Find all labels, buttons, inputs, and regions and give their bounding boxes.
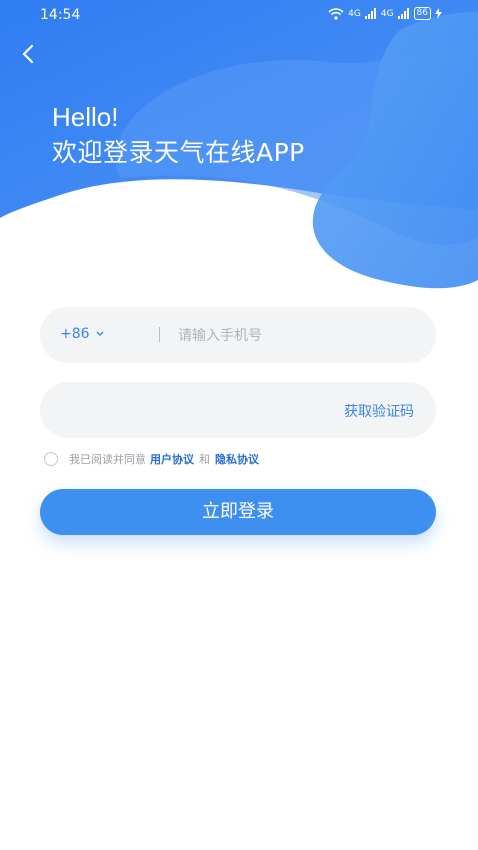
welcome-title: 欢迎登录天气在线APP — [52, 138, 305, 167]
battery-icon: 86 — [413, 7, 431, 20]
status-time: 14:54 — [40, 7, 81, 23]
greeting-text: Hello! — [52, 102, 119, 132]
privacy-agreement-link[interactable]: 隐私协议 — [215, 451, 259, 467]
agree-checkbox[interactable] — [44, 452, 58, 466]
login-button[interactable]: 立即登录 — [40, 489, 436, 535]
phone-field: +86 — [40, 307, 436, 363]
signal-bars-icon — [397, 8, 409, 19]
back-button[interactable] — [16, 40, 40, 68]
country-code-selector[interactable]: +86 — [60, 326, 104, 342]
status-bar: 14:54 4G 4G 86 — [0, 0, 478, 30]
field-divider — [159, 327, 160, 342]
signal-label-2: 4G — [380, 8, 394, 19]
get-code-button[interactable]: 获取验证码 — [344, 401, 414, 421]
status-icons: 4G 4G 86 — [328, 7, 442, 20]
agreement-prefix: 我已阅读并同意 — [69, 453, 146, 466]
agreement-and: 和 — [199, 453, 210, 466]
charging-icon — [435, 8, 442, 19]
signal-bars-icon — [364, 8, 376, 19]
user-agreement-link[interactable]: 用户协议 — [150, 451, 194, 467]
signal-label-1: 4G — [348, 8, 361, 19]
phone-input[interactable] — [176, 324, 420, 348]
country-code: +86 — [60, 326, 90, 342]
wifi-icon — [328, 7, 344, 20]
verification-code-field: 获取验证码 — [40, 382, 436, 438]
chevron-left-icon — [22, 44, 34, 64]
chevron-down-icon — [96, 331, 104, 336]
agreement-row: 我已阅读并同意 用户协议 和 隐私协议 — [44, 450, 263, 468]
verification-code-input[interactable] — [64, 399, 318, 423]
